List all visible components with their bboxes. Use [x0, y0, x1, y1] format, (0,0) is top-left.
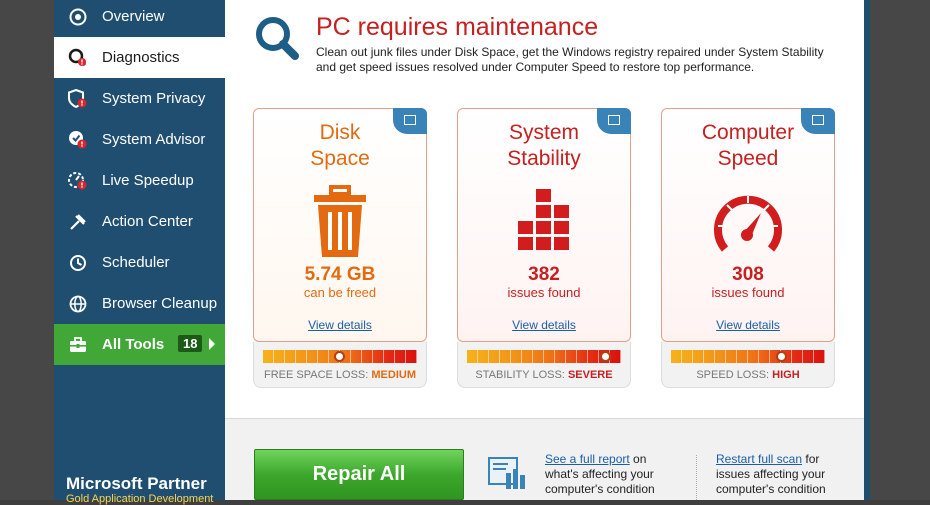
footer-separator: [696, 455, 697, 500]
blocks-icon: [516, 189, 572, 262]
loss-gauge-bar: [263, 350, 417, 363]
sidebar: Overview Diagnostics System Privacy Syst…: [54, 0, 225, 505]
disk-space-card: Disk Space 5.74 GB can be freed View deta…: [253, 108, 427, 342]
toolbox-icon: [54, 336, 102, 354]
disk-space-sub: can be freed: [303, 285, 377, 300]
partner-subtitle: Gold Application Development: [66, 493, 214, 505]
see-full-report-link[interactable]: See a full report: [545, 452, 630, 466]
sidebar-item-live-speedup[interactable]: Live Speedup: [54, 160, 225, 201]
view-details-link[interactable]: View details: [458, 318, 630, 332]
loss-label: STABILITY LOSS: SEVERE: [475, 369, 613, 381]
speedup-icon: [54, 171, 102, 191]
sidebar-item-diagnostics[interactable]: Diagnostics: [54, 37, 225, 78]
advisor-icon: [54, 130, 102, 150]
sidebar-item-system-privacy[interactable]: System Privacy: [54, 78, 225, 119]
page-title: PC requires maintenance: [316, 13, 599, 41]
computer-speed-card: Computer Speed 308 issues found View deta…: [661, 108, 835, 342]
gauge-knob: [775, 351, 787, 362]
desktop-left-edge: [0, 0, 54, 500]
sidebar-item-browser-cleanup[interactable]: Browser Cleanup: [54, 283, 225, 324]
window-right-border: [864, 0, 870, 500]
loss-gauge-bar: [671, 350, 825, 363]
report-icon: [488, 457, 528, 496]
loss-label: SPEED LOSS: HIGH: [696, 369, 800, 381]
free-space-loss-gauge: FREE SPACE LOSS: MEDIUM: [253, 342, 427, 388]
sidebar-item-label: All Tools: [102, 336, 165, 353]
stability-value: 382: [528, 264, 560, 285]
view-details-link[interactable]: View details: [254, 318, 426, 332]
sidebar-item-label: Diagnostics: [102, 49, 180, 66]
card-title: Computer Speed: [701, 121, 795, 170]
sidebar-item-scheduler[interactable]: Scheduler: [54, 242, 225, 283]
speedometer-icon: [713, 191, 783, 260]
overview-icon: [54, 8, 102, 26]
loss-gauge-bar: [467, 350, 621, 363]
rescan-block: Restart full scan for issues affecting y…: [716, 452, 826, 496]
tools-count-badge: 18: [178, 335, 203, 352]
stability-loss-gauge: STABILITY LOSS: SEVERE: [457, 342, 631, 388]
sidebar-item-action-center[interactable]: Action Center: [54, 201, 225, 242]
sidebar-item-label: System Advisor: [102, 131, 206, 148]
sidebar-item-label: System Privacy: [102, 90, 206, 107]
sidebar-item-all-tools[interactable]: All Tools 18: [54, 324, 225, 365]
clock-icon: [54, 254, 102, 272]
page-description: Clean out junk files under Disk Space, g…: [316, 45, 824, 74]
sidebar-item-label: Live Speedup: [102, 172, 194, 189]
shield-icon: [54, 88, 102, 109]
gauge-knob: [334, 351, 345, 362]
stability-sub: issues found: [507, 285, 581, 300]
action-center-icon: [54, 213, 102, 231]
card-title: Disk Space: [310, 121, 370, 170]
trash-icon: [312, 185, 368, 264]
microsoft-partner-logo: Microsoft Partner: [66, 474, 207, 493]
full-report-block: See a full report on what's affecting yo…: [545, 452, 655, 496]
gauge-knob: [599, 351, 611, 362]
sidebar-item-overview[interactable]: Overview: [54, 0, 225, 37]
sidebar-item-label: Browser Cleanup: [102, 295, 218, 312]
system-stability-card: System Stability 382 issues found View de…: [457, 108, 631, 342]
desktop-right-edge: [864, 0, 930, 500]
sidebar-item-system-advisor[interactable]: System Advisor: [54, 119, 225, 160]
search-icon: [254, 15, 300, 66]
repair-all-button[interactable]: Repair All: [254, 449, 464, 500]
diagnostics-icon: [54, 48, 102, 68]
sidebar-item-label: Scheduler: [102, 254, 170, 271]
restart-full-scan-link[interactable]: Restart full scan: [716, 452, 802, 466]
globe-icon: [54, 295, 102, 313]
speed-sub: issues found: [711, 285, 785, 300]
sidebar-item-label: Action Center: [102, 213, 193, 230]
loss-label: FREE SPACE LOSS: MEDIUM: [264, 369, 416, 381]
speed-loss-gauge: SPEED LOSS: HIGH: [661, 342, 835, 388]
disk-space-value: 5.74 GB: [304, 264, 376, 285]
chevron-right-icon: [209, 338, 215, 350]
speed-value: 308: [732, 264, 764, 285]
card-title: System Stability: [507, 121, 581, 170]
view-details-link[interactable]: View details: [662, 318, 834, 332]
sidebar-item-label: Overview: [102, 8, 165, 25]
